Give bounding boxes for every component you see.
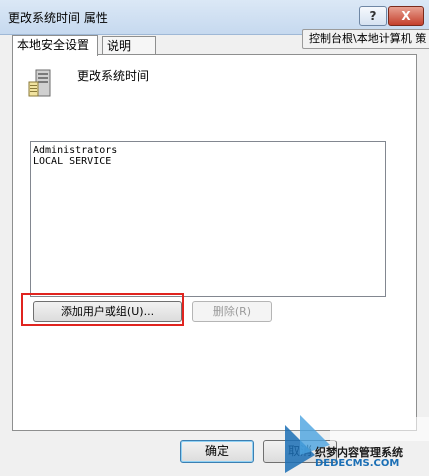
list-item[interactable]: LOCAL SERVICE (31, 156, 385, 167)
help-button[interactable]: ? (359, 6, 387, 26)
close-button[interactable]: X (388, 6, 424, 26)
policy-name: 更改系统时间 (77, 69, 150, 83)
server-policy-icon (28, 69, 51, 97)
path-tooltip: 控制台根\本地计算机 策 (302, 29, 429, 49)
ok-button[interactable]: 确定 (180, 440, 254, 463)
tab-panel: 更改系统时间 Administrators LOCAL SERVICE 添加用户… (12, 54, 417, 431)
add-user-or-group-button[interactable]: 添加用户或组(U)... (33, 301, 182, 322)
list-item[interactable]: Administrators (31, 145, 385, 156)
tab-local-security-setting[interactable]: 本地安全设置 (12, 35, 98, 56)
window-title: 更改系统时间 属性 (8, 11, 108, 25)
remove-button[interactable]: 删除(R) (192, 301, 272, 322)
tab-explain[interactable]: 说明 (102, 36, 156, 56)
watermark-url: DEDECMS.COM (315, 458, 400, 469)
account-list[interactable]: Administrators LOCAL SERVICE (30, 141, 386, 297)
